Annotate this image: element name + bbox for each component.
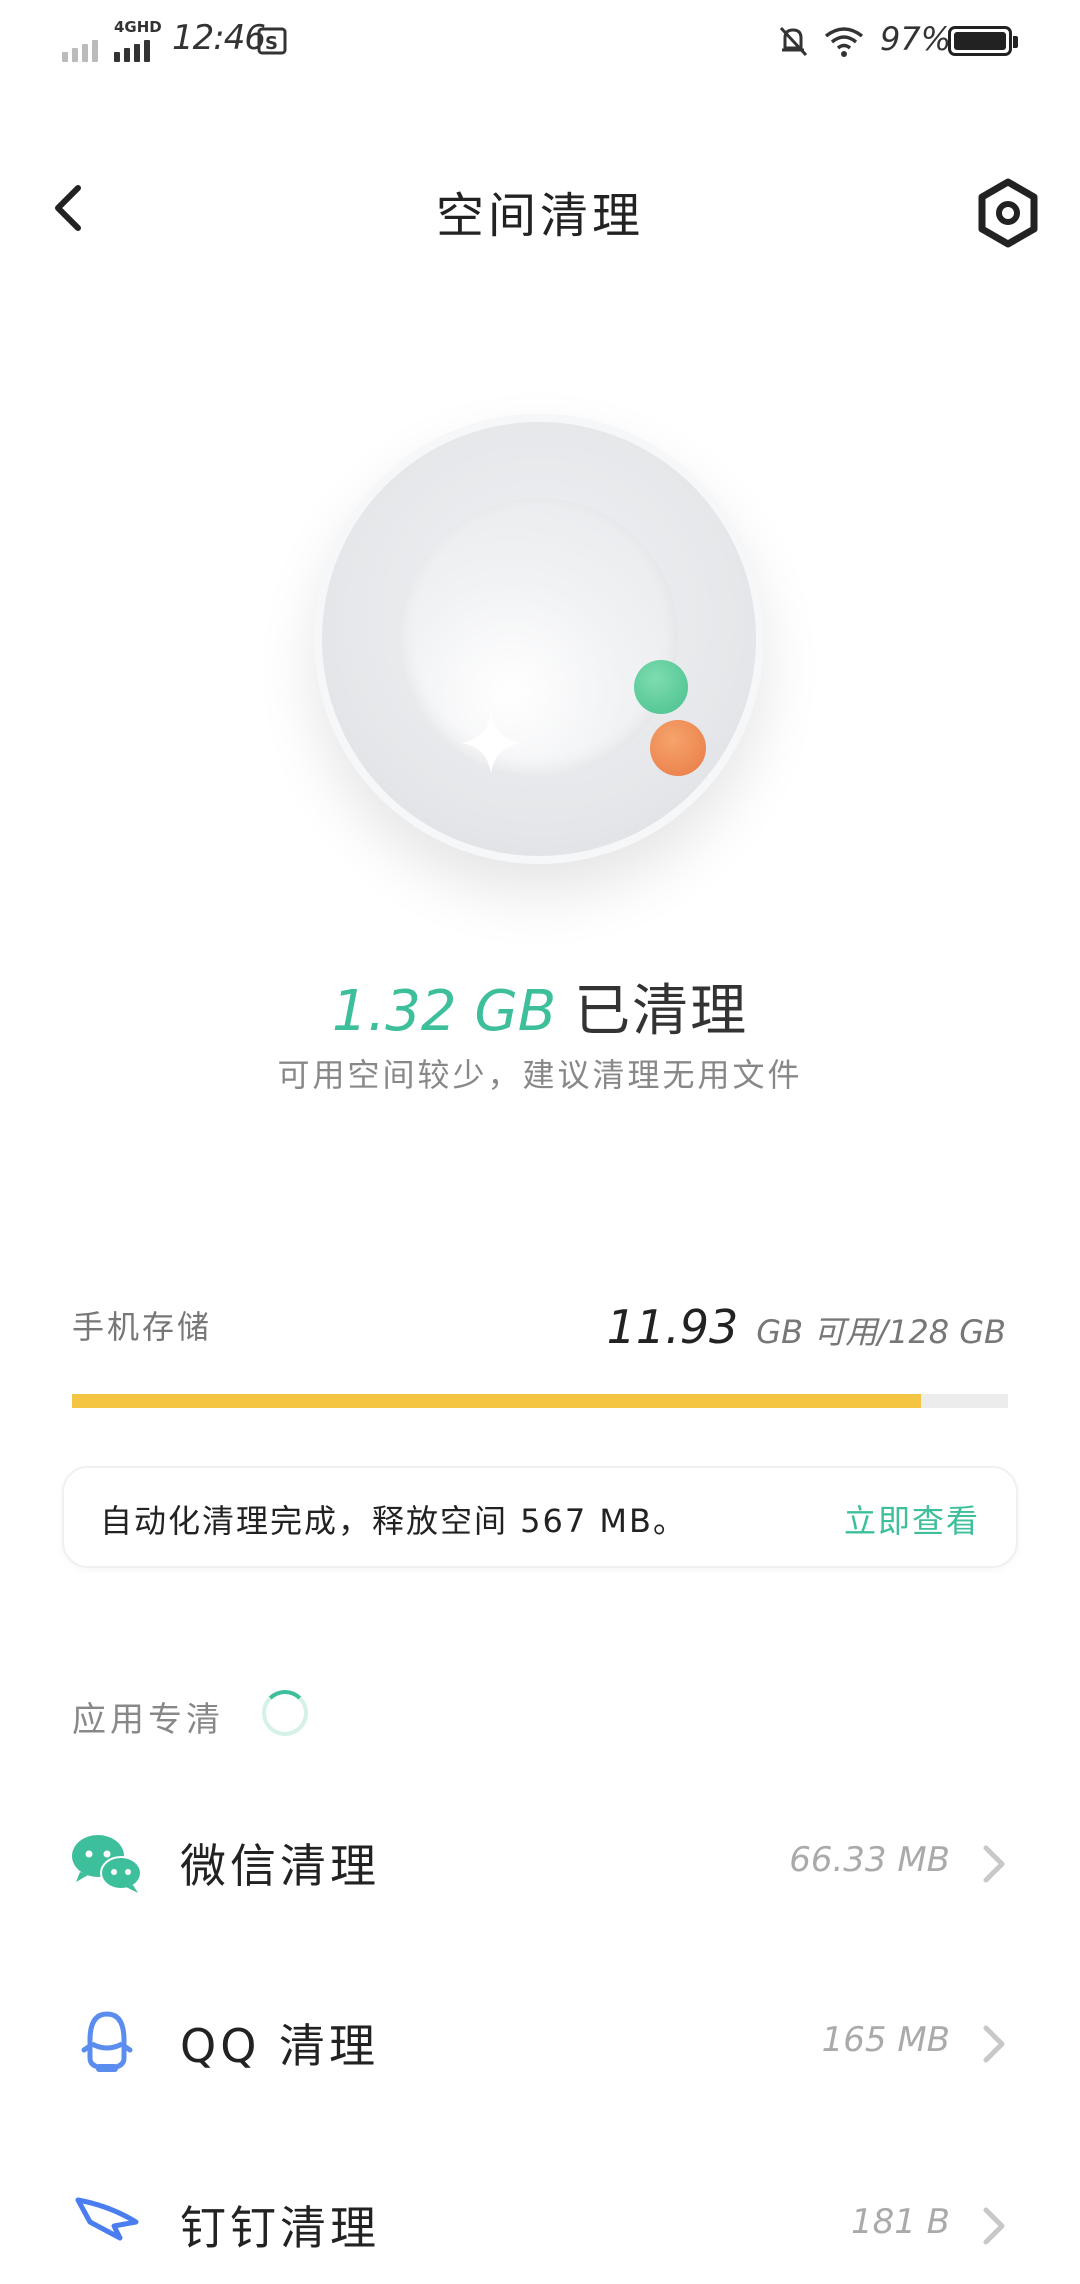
- signal-strength-icon: 4GHD: [62, 18, 172, 62]
- cleaned-result: 1.32 GB 已清理: [0, 966, 1080, 1047]
- svg-text:S: S: [265, 33, 278, 54]
- storage-available: 11.93 GB 可用/128 GB: [607, 1300, 1006, 1354]
- app-row-size: 66.33 MB: [789, 1840, 950, 1880]
- battery-icon: [948, 26, 1018, 56]
- sparkle-icon: [461, 713, 521, 773]
- settings-gear-icon[interactable]: [976, 178, 1040, 248]
- mute-bell-icon: [779, 26, 808, 57]
- chevron-right-icon: [983, 1845, 1005, 1883]
- notice-message: 自动化清理完成，释放空间 567 MB。: [100, 1502, 687, 1540]
- network-type: 4GHD: [114, 18, 162, 36]
- app-row-name: 钉钉清理: [180, 2201, 380, 2255]
- app-row-name: QQ 清理: [180, 2019, 380, 2073]
- view-now-link[interactable]: 立即查看: [844, 1496, 980, 1542]
- storage-available-suffix: GB 可用/128 GB: [756, 1313, 1006, 1351]
- app-clean-section-title: 应用专清: [72, 1700, 224, 1740]
- page-title: 空间清理: [435, 188, 644, 244]
- illustration-inner: [400, 498, 678, 776]
- storage-label: 手机存储: [72, 1308, 213, 1346]
- loading-spinner-icon: [262, 1690, 308, 1736]
- app-row-name: 微信清理: [180, 1839, 380, 1893]
- storage-bar-fill: [72, 1394, 921, 1408]
- status-time: 12:46: [172, 18, 266, 58]
- app-row-qq[interactable]: QQ 清理 165 MB: [0, 1982, 1080, 2102]
- app-row-wechat[interactable]: 微信清理 66.33 MB: [0, 1802, 1080, 1922]
- dingtalk-icon: [75, 2197, 139, 2241]
- chevron-right-icon: [983, 2025, 1005, 2063]
- screen-record-icon: S: [257, 27, 287, 55]
- storage-available-value: 11.93: [606, 1300, 739, 1354]
- cleanup-subtitle: 可用空间较少，建议清理无用文件: [277, 1056, 803, 1094]
- qq-icon: [81, 2011, 133, 2072]
- chevron-right-icon: [983, 2207, 1005, 2245]
- app-row-dingtalk[interactable]: 钉钉清理 181 B: [0, 2164, 1080, 2284]
- app-row-size: 181 B: [850, 2202, 950, 2242]
- wifi-icon: [824, 27, 864, 57]
- battery-fill: [954, 32, 1006, 50]
- green-ball: [634, 660, 688, 714]
- cleaned-label: 已清理: [574, 979, 749, 1044]
- app-row-size: 165 MB: [821, 2020, 950, 2060]
- battery-percent: 97%: [880, 20, 952, 58]
- auto-clean-notice: 自动化清理完成，释放空间 567 MB。 立即查看: [62, 1466, 1018, 1568]
- orange-ball: [650, 720, 706, 776]
- wechat-icon: [72, 1835, 142, 1893]
- status-bar: 4GHD 12:46 S 97%: [0, 0, 1080, 84]
- cleaned-amount: 1.32 GB: [331, 979, 557, 1044]
